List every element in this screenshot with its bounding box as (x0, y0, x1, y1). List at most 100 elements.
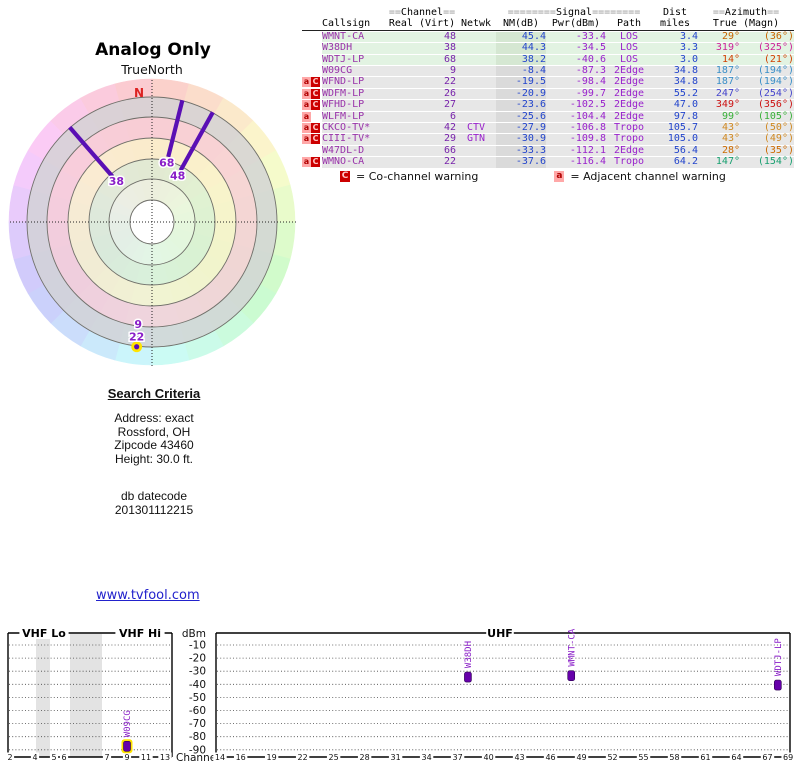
station-row[interactable]: a C CKCO-TV* 42 CTV -27.9 -106.8 Tropo 105.7 43°(… (302, 122, 794, 134)
channel-tick-label: 52 (607, 753, 617, 762)
cell-azimuth-true: 14° (698, 54, 740, 66)
channel-tick-label: 22 (298, 753, 308, 762)
channel-tick-label: 49 (576, 753, 586, 762)
cell-warnings: aC (302, 134, 322, 145)
cell-azimuth-magn: (154°) (740, 156, 794, 168)
channel-tick-label: 13 (160, 753, 170, 762)
dbm-tick-label: -50 (189, 692, 206, 704)
cell-azimuth-magn: (356°) (740, 99, 794, 111)
adjacent-warning-icon: a (302, 157, 311, 168)
adjacent-warning-icon (302, 32, 311, 42)
uhf-label: UHF (487, 627, 513, 640)
cell-azimuth-magn: (105°) (740, 111, 794, 123)
cell-nm: -19.5 (496, 77, 546, 88)
cell-miles: 105.0 (652, 134, 698, 145)
header-azimuth-group: ==Azimuth== (712, 7, 780, 18)
cell-nm: -20.9 (496, 88, 546, 100)
cell-netwk (456, 43, 496, 54)
cell-miles: 55.2 (652, 88, 698, 100)
cell-warnings: aC (302, 88, 322, 100)
cell-nm: -30.9 (496, 134, 546, 145)
header-callsign: Callsign (322, 19, 388, 31)
cell-pwr: -33.4 (546, 31, 606, 43)
cell-callsign: WLFM-LP (322, 111, 388, 123)
cell-callsign: W47DL-D (322, 145, 388, 157)
channel-tick-label: 16 (236, 753, 246, 762)
spectrum-marker-callsign: WDTJ-LP (774, 638, 784, 677)
co-channel-warning-icon (311, 66, 320, 76)
station-row[interactable]: a C WDFM-LP 26 -20.9 -99.7 2Edge 55.2 247° (254°) (302, 88, 794, 100)
station-row[interactable]: W47DL-D 66 -33.3 -112.1 2Edge 56.4 28° (35°) (302, 145, 794, 157)
channel-tick-label: 31 (391, 753, 401, 762)
cell-miles: 47.0 (652, 99, 698, 111)
cell-callsign: WFND-LP (322, 77, 388, 88)
cell-miles: 3.4 (652, 31, 698, 43)
cell-path: 2Edge (606, 65, 652, 77)
cell-azimuth-magn: (36°) (740, 31, 794, 43)
cell-pwr: -99.7 (546, 88, 606, 100)
cell-nm: 45.4 (496, 31, 546, 43)
cell-nm: -25.6 (496, 111, 546, 123)
cell-azimuth-true: 247° (698, 88, 740, 100)
station-row[interactable]: W38DH 38 44.3 -34.5 LOS 3.3 319° (325°) (302, 42, 794, 54)
cell-azimuth-true: 187° (698, 65, 740, 77)
cell-callsign: WFHD-LP (322, 99, 388, 111)
channel-tick-label: 69 (783, 753, 793, 762)
station-row[interactable]: W09CG 9 -8.4 -87.3 2Edge 34.8 187° (194°) (302, 65, 794, 77)
adjacent-warning-icon (302, 66, 311, 76)
co-channel-warning-icon: C (311, 134, 320, 145)
cell-warnings: aC (302, 100, 322, 111)
tvfool-link[interactable]: www.tvfool.com (96, 588, 200, 603)
cell-channel-real: 66 (388, 145, 456, 157)
dbm-tick-label: -30 (189, 666, 206, 678)
cell-callsign: WMNT-CA (322, 31, 388, 43)
header-path: Path (606, 19, 652, 31)
channel-tick-label: 58 (669, 753, 679, 762)
criteria-line: Height: 30.0 ft. (114, 451, 194, 466)
cell-path: LOS (606, 42, 652, 54)
db-datecode: db datecode 201301112215 (58, 489, 250, 517)
channel-tick-label: 40 (483, 753, 493, 762)
adjacent-warning-icon: a (302, 88, 311, 99)
adjacent-channel-legend-text: = Adjacent channel warning (570, 170, 726, 183)
cell-channel-real: 42 (388, 122, 456, 134)
station-row[interactable]: WMNT-CA 48 45.4 -33.4 LOS 3.4 29° (36°) (302, 31, 794, 43)
channel-tick-label: 43 (514, 753, 524, 762)
radar-title: Analog Only (95, 40, 211, 60)
cell-callsign: WDFM-LP (322, 88, 388, 100)
cell-path: 2Edge (606, 77, 652, 88)
vhf-lo-label: VHF Lo (22, 627, 66, 640)
adjacent-channel-warning-icon: a (554, 171, 565, 182)
station-row[interactable]: a C WFND-LP 22 -19.5 -98.4 2Edge 34.8 187° (194°) (302, 77, 794, 88)
cell-azimuth-magn: (50°) (740, 122, 794, 134)
co-channel-warning-icon: C (311, 123, 320, 134)
station-row[interactable]: WDTJ-LP 68 38.2 -40.6 LOS 3.0 14° (21°) (302, 54, 794, 66)
station-row[interactable]: a WLFM-LP 6 -25.6 -104.4 2Edge 97.8 99° (105°) (302, 111, 794, 123)
channel-tick-label: 11 (141, 753, 151, 762)
station-row[interactable]: a C WMNO-CA 22 -37.6 -116.4 Tropo 64.2 147° (154°… (302, 156, 794, 168)
cell-channel-real: 22 (388, 77, 456, 88)
cell-channel-real: 22 (388, 156, 456, 168)
cell-azimuth-true: 187° (698, 77, 740, 88)
cell-miles: 3.3 (652, 42, 698, 54)
spectrum-marker (464, 671, 472, 683)
cell-azimuth-true: 349° (698, 99, 740, 111)
station-row[interactable]: a C CIII-TV* 29 GTN -30.9 -109.8 Tropo 105.0 43°(… (302, 134, 794, 145)
spectrum-chart-svg: VHF Lo VHF Hi UHF dBm-10-20-30-40-50-60-70-… (5, 626, 795, 764)
cell-azimuth-true: 319° (698, 42, 740, 54)
header-pwr: Pwr(dBm) (546, 19, 606, 31)
cell-pwr: -106.8 (546, 122, 606, 134)
header-signal-group: ========Signal======== (507, 7, 641, 18)
adjacent-channel-legend: a = Adjacent channel warning (554, 170, 726, 183)
cell-miles: 34.8 (652, 65, 698, 77)
station-row[interactable]: a C WFHD-LP 27 -23.6 -102.5 2Edge 47.0 349° (356°… (302, 99, 794, 111)
dbm-tick-label: -70 (189, 718, 206, 730)
cell-path: 2Edge (606, 99, 652, 111)
cell-nm: 44.3 (496, 42, 546, 54)
header-channel-group: ==Channel== (388, 7, 456, 18)
cell-warnings (302, 66, 322, 77)
co-channel-warning-icon: C (340, 171, 350, 182)
cell-warnings (302, 43, 322, 54)
radar-channel-label: 48 (170, 170, 185, 183)
cell-miles: 105.7 (652, 122, 698, 134)
